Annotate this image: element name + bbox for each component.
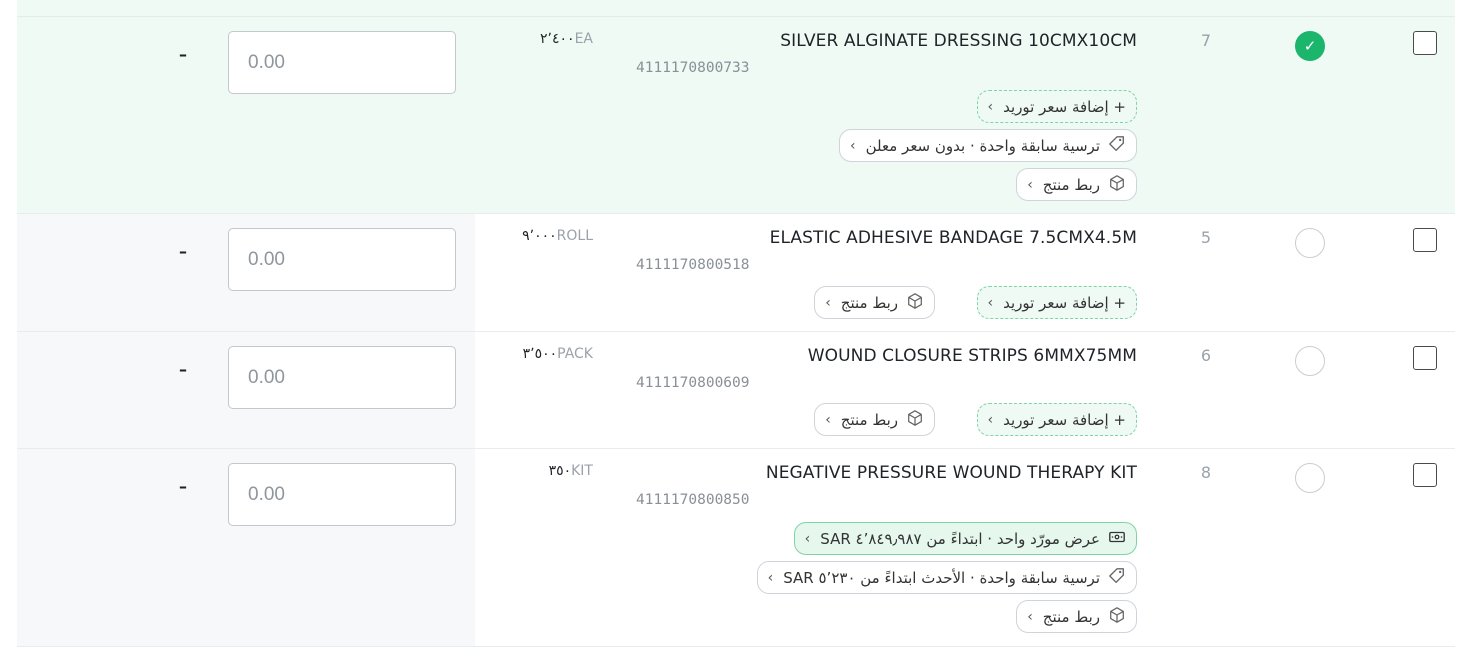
chevron-icon: › bbox=[1027, 176, 1033, 193]
unit-price-input[interactable]: 0.00 bbox=[228, 463, 456, 526]
row-total: – bbox=[179, 45, 187, 64]
box-icon bbox=[1108, 174, 1126, 196]
pill-label: ترسية سابقة واحدة · بدون سعر معلن bbox=[865, 136, 1100, 155]
add-supply-price-button[interactable]: + إضافة سعر توريد › bbox=[976, 403, 1137, 436]
product-name: NEGATIVE PRESSURE WOUND THERAPY KIT bbox=[765, 463, 1137, 483]
product-name: ELASTIC ADHESIVE BANDAGE 7.5CMX4.5M bbox=[769, 228, 1137, 248]
product-code: 4111170800733 bbox=[636, 60, 750, 76]
row-radio-selected[interactable] bbox=[1295, 31, 1325, 61]
pill-label: ربط منتج bbox=[840, 293, 898, 312]
row-radio[interactable] bbox=[1295, 463, 1325, 493]
pill-label: ربط منتج bbox=[1042, 175, 1100, 194]
product-code: 4111170800609 bbox=[636, 375, 750, 391]
table-row[interactable]: 6 WOUND CLOSURE STRIPS 6MMX75MM 41111708… bbox=[17, 332, 1455, 449]
chevron-icon: › bbox=[825, 411, 831, 428]
link-product-button[interactable]: ربط منتج › bbox=[814, 403, 935, 436]
quantity-value: ٣٥٠ bbox=[548, 463, 572, 479]
box-icon bbox=[906, 409, 924, 431]
pill-label: + إضافة سعر توريد bbox=[1003, 293, 1126, 312]
box-icon bbox=[906, 292, 924, 314]
supplier-offer-button[interactable]: عرض مورّد واحد · ابتداءً من ٤٬٨٤٩٫٩٨٧ SA… bbox=[793, 522, 1137, 555]
box-icon bbox=[1108, 606, 1126, 628]
chevron-icon: › bbox=[804, 530, 811, 547]
items-table: 7 SILVER ALGINATE DRESSING 10CMX10CM 411… bbox=[17, 0, 1455, 647]
quantity: ٩٬٠٠٠ROLL bbox=[522, 228, 593, 244]
chevron-icon: › bbox=[987, 294, 994, 311]
chevron-icon: › bbox=[767, 569, 774, 586]
add-supply-price-button[interactable]: + إضافة سعر توريد › bbox=[976, 90, 1137, 123]
quantity-value: ٣٬٥٠٠ bbox=[522, 346, 558, 362]
row-radio[interactable] bbox=[1295, 346, 1325, 376]
product-code: 4111170800850 bbox=[636, 492, 750, 508]
row-checkbox[interactable] bbox=[1413, 463, 1437, 487]
row-index: 7 bbox=[1200, 31, 1212, 50]
pill-label: عرض مورّد واحد · ابتداءً من ٤٬٨٤٩٫٩٨٧ SA… bbox=[820, 529, 1100, 548]
row-radio[interactable] bbox=[1295, 228, 1325, 258]
row-checkbox[interactable] bbox=[1413, 346, 1437, 370]
product-name: WOUND CLOSURE STRIPS 6MMX75MM bbox=[807, 346, 1137, 366]
pill-label: + إضافة سعر توريد bbox=[1003, 97, 1126, 116]
quantity: ٣٬٥٠٠PACK bbox=[523, 346, 593, 362]
row-checkbox[interactable] bbox=[1413, 228, 1437, 252]
chevron-icon: › bbox=[987, 98, 994, 115]
chevron-icon: › bbox=[850, 137, 856, 154]
pill-label: ربط منتج bbox=[840, 410, 898, 429]
row-total: – bbox=[179, 242, 187, 261]
quantity-unit: KIT bbox=[571, 463, 593, 479]
link-product-button[interactable]: ربط منتج › bbox=[814, 286, 935, 319]
link-product-button[interactable]: ربط منتج › bbox=[1016, 600, 1137, 633]
previous-award-button[interactable]: ترسية سابقة واحدة · الأحدث ابتداءً من ٥٬… bbox=[756, 561, 1137, 594]
row-index: 8 bbox=[1200, 463, 1212, 482]
unit-price-input[interactable]: 0.00 bbox=[228, 346, 456, 409]
unit-price-input[interactable]: 0.00 bbox=[228, 228, 456, 291]
row-checkbox[interactable] bbox=[1413, 31, 1437, 55]
previous-row-edge bbox=[17, 0, 1455, 17]
chevron-icon: › bbox=[1027, 608, 1033, 625]
tag-icon bbox=[1108, 135, 1126, 157]
tag-icon bbox=[1108, 567, 1126, 589]
row-total: – bbox=[179, 360, 187, 379]
chevron-icon: › bbox=[987, 411, 994, 428]
unit-price-input[interactable]: 0.00 bbox=[228, 31, 456, 94]
add-supply-price-button[interactable]: + إضافة سعر توريد › bbox=[976, 286, 1137, 319]
pill-label: ترسية سابقة واحدة · الأحدث ابتداءً من ٥٬… bbox=[783, 568, 1100, 587]
table-row[interactable]: 5 ELASTIC ADHESIVE BANDAGE 7.5CMX4.5M 41… bbox=[17, 214, 1455, 332]
quantity-value: ٢٬٤٠٠ bbox=[540, 31, 575, 47]
quantity-unit: EA bbox=[574, 31, 593, 47]
pill-label: ربط منتج bbox=[1042, 607, 1100, 626]
product-code: 4111170800518 bbox=[636, 257, 750, 273]
quantity-value: ٩٬٠٠٠ bbox=[522, 228, 557, 244]
table-row[interactable]: 7 SILVER ALGINATE DRESSING 10CMX10CM 411… bbox=[17, 17, 1455, 214]
quantity: ٢٬٤٠٠EA bbox=[540, 31, 593, 47]
previous-award-button[interactable]: ترسية سابقة واحدة · بدون سعر معلن › bbox=[839, 129, 1137, 162]
product-name: SILVER ALGINATE DRESSING 10CMX10CM bbox=[780, 31, 1137, 51]
cash-icon bbox=[1108, 528, 1126, 550]
pill-label: + إضافة سعر توريد bbox=[1003, 410, 1126, 429]
quantity-unit: PACK bbox=[557, 346, 593, 362]
chevron-icon: › bbox=[825, 294, 831, 311]
row-index: 6 bbox=[1200, 346, 1212, 365]
link-product-button[interactable]: ربط منتج › bbox=[1016, 168, 1137, 201]
row-total: – bbox=[179, 477, 187, 496]
table-row[interactable]: 8 NEGATIVE PRESSURE WOUND THERAPY KIT 41… bbox=[17, 449, 1455, 647]
quantity: ٣٥٠KIT bbox=[549, 463, 593, 479]
quantity-unit: ROLL bbox=[556, 228, 593, 244]
row-index: 5 bbox=[1200, 228, 1212, 247]
